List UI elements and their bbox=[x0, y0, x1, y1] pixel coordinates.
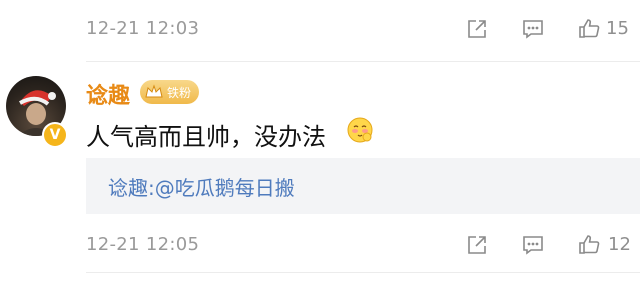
v-verified-icon: V bbox=[42, 122, 68, 148]
reply-box[interactable]: 谂趣:@吃瓜鹅每日搬 bbox=[86, 158, 640, 214]
previous-like-count: 15 bbox=[606, 18, 629, 39]
comment-username[interactable]: 谂趣 bbox=[86, 78, 130, 110]
share-icon[interactable] bbox=[464, 232, 490, 258]
like-icon[interactable] bbox=[576, 16, 602, 42]
like-count: 12 bbox=[608, 234, 631, 255]
like-icon[interactable] bbox=[576, 232, 602, 258]
share-icon[interactable] bbox=[464, 16, 490, 42]
comment-text: 人气高而且帅，没办法 bbox=[86, 117, 326, 152]
crown-icon bbox=[145, 84, 163, 98]
reply-author[interactable]: 谂趣: bbox=[108, 176, 155, 200]
reply-line: 谂趣:@吃瓜鹅每日搬 bbox=[108, 172, 295, 201]
reply-mention[interactable]: @吃瓜鹅每日搬 bbox=[155, 176, 295, 200]
divider bbox=[86, 272, 640, 273]
fan-badge-label: 铁粉 bbox=[167, 85, 192, 100]
fan-badge[interactable]: 铁粉 bbox=[140, 80, 200, 104]
comment-icon[interactable] bbox=[520, 232, 546, 258]
blush-emoji-icon bbox=[346, 116, 374, 144]
comment-time: 12-21 12:05 bbox=[86, 234, 200, 255]
comment-text-content: 人气高而且帅，没办法 bbox=[86, 123, 326, 151]
divider bbox=[86, 61, 640, 62]
comment-icon[interactable] bbox=[520, 16, 546, 42]
previous-comment-time: 12-21 12:03 bbox=[86, 18, 200, 39]
